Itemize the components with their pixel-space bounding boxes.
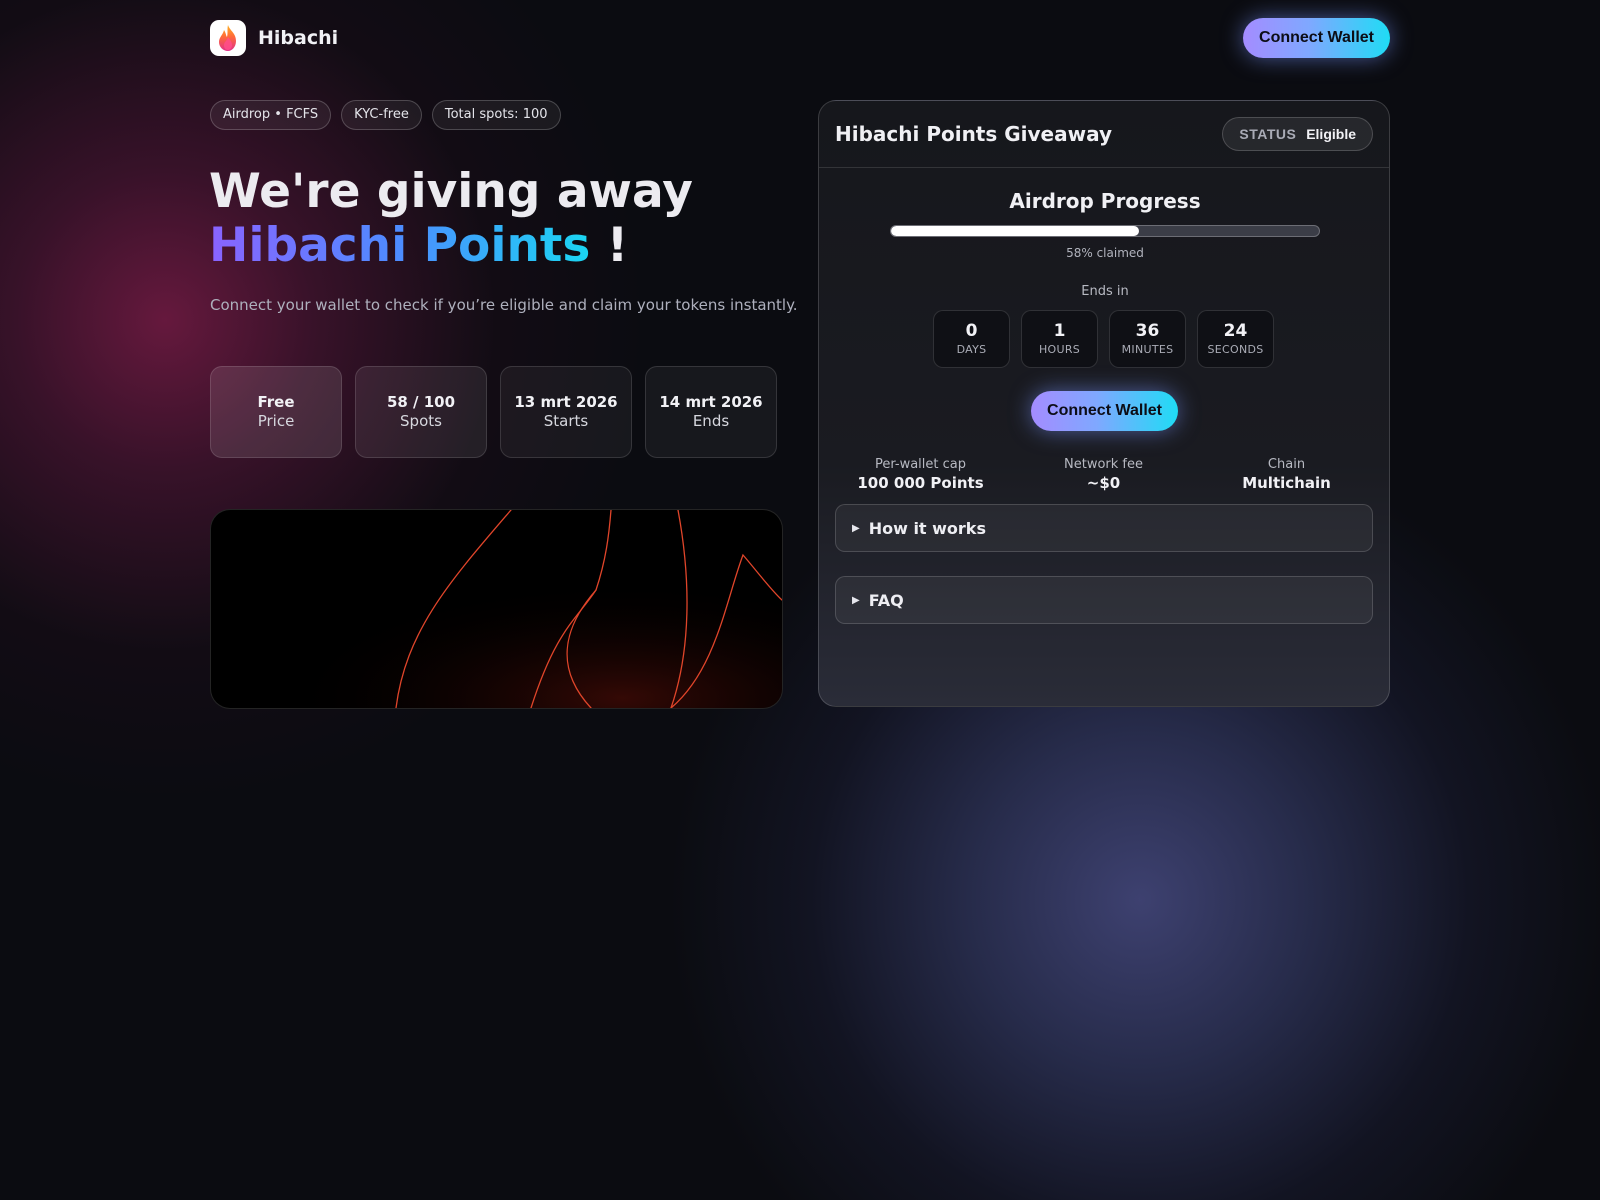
stat-label: Starts xyxy=(543,412,589,430)
stat-value: 58 / 100 xyxy=(386,393,456,411)
card-connect-wallet-button[interactable]: Connect Wallet xyxy=(1031,391,1178,431)
flame-lines-graphic xyxy=(211,510,782,708)
stat-value: 13 mrt 2026 xyxy=(514,393,618,411)
brand-name: Hibachi xyxy=(258,27,339,49)
countdown-unit: MINUTES xyxy=(1121,343,1174,356)
meta-info: Per-wallet cap 100 000 Points Network fe… xyxy=(819,456,1391,493)
headline-suffix: ! xyxy=(590,218,629,273)
stat-label: Price xyxy=(257,412,295,430)
countdown-hours: 1 HOURS xyxy=(1021,310,1098,368)
countdown-unit: DAYS xyxy=(956,343,987,356)
accordion-how-it-works[interactable]: ▶ How it works xyxy=(835,504,1373,552)
stat-price: Free Price xyxy=(210,366,342,458)
stat-value: Free xyxy=(257,393,295,411)
progress-text: 58% claimed xyxy=(1066,246,1144,260)
countdown-value: 36 xyxy=(1135,321,1160,341)
headline-line1: We're giving away xyxy=(209,164,693,219)
stat-value: 14 mrt 2026 xyxy=(659,393,763,411)
countdown-value: 24 xyxy=(1223,321,1248,341)
chip-airdrop: Airdrop • FCFS xyxy=(210,100,332,130)
headline-highlight: Hibachi Points xyxy=(209,218,591,273)
stat-cards: Free Price 58 / 100 Spots 13 mrt 2026 St… xyxy=(210,366,777,458)
meta-per-wallet-cap: Per-wallet cap 100 000 Points xyxy=(829,456,1012,493)
meta-label: Network fee xyxy=(1064,457,1143,472)
tag-chips: Airdrop • FCFS KYC-free Total spots: 100 xyxy=(210,100,561,130)
stat-starts: 13 mrt 2026 Starts xyxy=(500,366,632,458)
chip-total-spots: Total spots: 100 xyxy=(431,100,561,130)
status-value: Eligible xyxy=(1306,126,1356,142)
countdown-unit: SECONDS xyxy=(1207,343,1264,356)
meta-chain: Chain Multichain xyxy=(1195,456,1378,493)
countdown-unit: HOURS xyxy=(1038,343,1081,356)
meta-label: Chain xyxy=(1267,457,1306,472)
accordion-faq[interactable]: ▶ FAQ xyxy=(835,576,1373,624)
countdown-seconds: 24 SECONDS xyxy=(1197,310,1274,368)
chip-kyc: KYC-free xyxy=(341,100,422,130)
card-header: Hibachi Points Giveaway STATUS Eligible xyxy=(819,101,1389,168)
progress-bar xyxy=(890,225,1320,237)
meta-value: 100 000 Points xyxy=(857,474,984,492)
flame-logo-icon xyxy=(210,20,246,56)
status-key: STATUS xyxy=(1239,126,1297,142)
countdown-days: 0 DAYS xyxy=(933,310,1010,368)
countdown-minutes: 36 MINUTES xyxy=(1109,310,1186,368)
ends-in-label: Ends in xyxy=(1081,284,1129,299)
stat-label: Spots xyxy=(400,412,442,430)
brand[interactable]: Hibachi xyxy=(210,20,338,56)
hero-headline: We're giving away Hibachi Points ! xyxy=(209,165,693,273)
hero-subtitle: Connect your wallet to check if you’re e… xyxy=(210,296,798,314)
meta-label: Per-wallet cap xyxy=(875,457,966,472)
meta-value: ~$0 xyxy=(1086,474,1121,492)
connect-wallet-button[interactable]: Connect Wallet xyxy=(1243,18,1390,58)
card-title: Hibachi Points Giveaway xyxy=(835,122,1113,146)
page: Hibachi Connect Wallet Airdrop • FCFS KY… xyxy=(0,0,1600,1200)
countdown-value: 0 xyxy=(965,321,978,341)
meta-network-fee: Network fee ~$0 xyxy=(1012,456,1195,493)
stat-ends: 14 mrt 2026 Ends xyxy=(645,366,777,458)
stat-spots: 58 / 100 Spots xyxy=(355,366,487,458)
progress-fill xyxy=(891,226,1140,236)
meta-value: Multichain xyxy=(1242,474,1331,492)
giveaway-card: Hibachi Points Giveaway STATUS Eligible … xyxy=(818,100,1390,707)
countdown: 0 DAYS 1 HOURS 36 MINUTES 24 SECONDS xyxy=(933,310,1274,368)
stat-label: Ends xyxy=(692,412,730,430)
progress-title: Airdrop Progress xyxy=(1009,189,1201,213)
caret-right-icon: ▶ xyxy=(852,594,860,606)
caret-right-icon: ▶ xyxy=(852,522,860,534)
countdown-value: 1 xyxy=(1053,321,1066,341)
flame-visual xyxy=(210,509,783,709)
accordion-label: FAQ xyxy=(868,590,904,610)
status-badge: STATUS Eligible xyxy=(1222,117,1373,151)
accordion-label: How it works xyxy=(868,518,986,538)
